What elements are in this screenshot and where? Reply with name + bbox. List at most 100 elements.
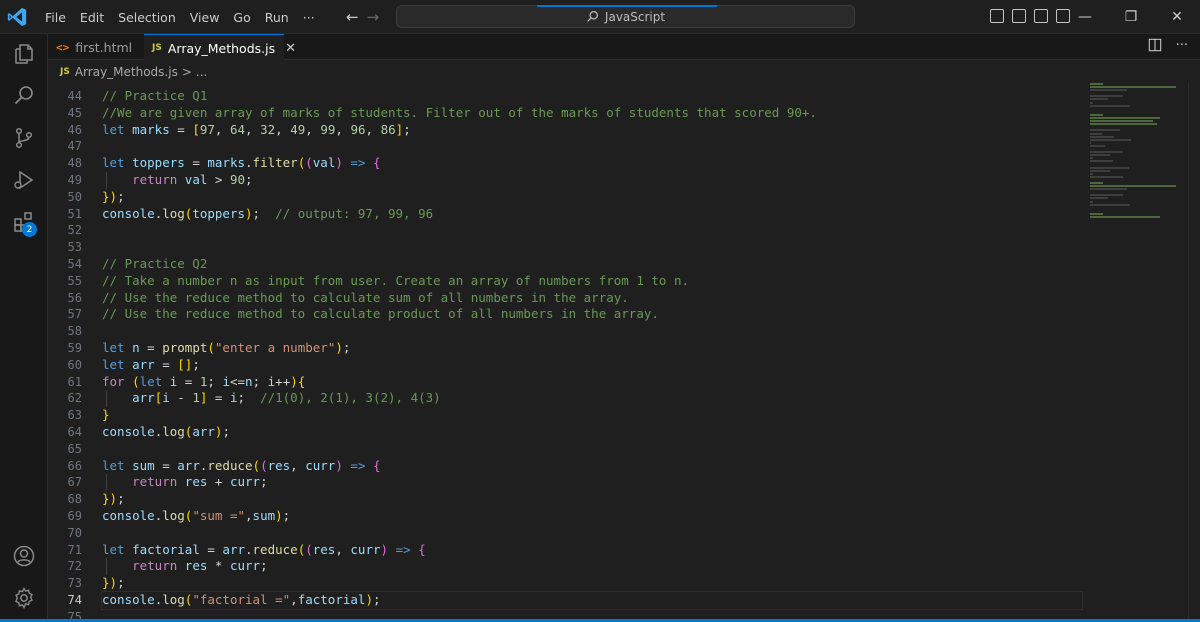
breadcrumb-symbols[interactable]: ... xyxy=(196,65,207,79)
code-line[interactable]: }); xyxy=(102,575,1082,592)
code-line[interactable]: } xyxy=(102,407,1082,424)
code-line[interactable]: let toppers = marks.filter((val) => { xyxy=(102,155,1082,172)
code-line[interactable] xyxy=(102,239,1082,256)
code-line[interactable]: }); xyxy=(102,491,1082,508)
code-line[interactable]: let sum = arr.reduce((res, curr) => { xyxy=(102,458,1082,475)
code-area[interactable]: // Practice Q1//We are given array of ma… xyxy=(101,88,1083,622)
code-line[interactable] xyxy=(102,138,1082,155)
vscode-logo-icon xyxy=(7,7,27,27)
minimap-line xyxy=(1090,83,1103,85)
code-line[interactable]: for (let i = 1; i<=n; i++){ xyxy=(102,374,1082,391)
breadcrumb: JS Array_Methods.js > ... xyxy=(48,61,211,83)
vertical-scrollbar[interactable] xyxy=(1188,83,1200,622)
minimap-line xyxy=(1090,129,1120,132)
minimap-line xyxy=(1090,212,1103,215)
minimap-line xyxy=(1090,135,1115,138)
extensions-icon[interactable]: 2 xyxy=(0,202,48,242)
code-line[interactable] xyxy=(102,441,1082,458)
line-number: 67 xyxy=(67,475,82,490)
minimap-line xyxy=(1090,89,1127,92)
code-line[interactable]: // Use the reduce method to calculate pr… xyxy=(102,306,1082,323)
more-actions-icon[interactable]: ··· xyxy=(1176,38,1188,53)
code-line[interactable]: //We are given array of marks of student… xyxy=(102,105,1082,122)
toggle-primary-sidebar-icon[interactable] xyxy=(990,9,1004,23)
minimap[interactable] xyxy=(1090,83,1186,223)
search-icon[interactable] xyxy=(0,76,48,116)
split-editor-icon[interactable] xyxy=(1148,38,1162,52)
line-number: 56 xyxy=(67,290,82,305)
source-control-icon[interactable] xyxy=(0,118,48,158)
run-debug-icon[interactable] xyxy=(0,160,48,200)
minimap-line xyxy=(1090,117,1161,120)
code-line[interactable]: }); xyxy=(102,189,1082,206)
minimap-line xyxy=(1090,120,1153,123)
line-number-gutter: 44 45 46 47 48 49 50 51 52 53 54 55 56 57 58 59 60 61 62 63… xyxy=(48,88,82,622)
line-number: 68 xyxy=(67,492,82,507)
line-number: 44 xyxy=(67,89,82,103)
code-line[interactable]: console.log("sum =",sum); xyxy=(102,508,1082,525)
account-icon[interactable] xyxy=(0,536,48,576)
line-number: 73 xyxy=(67,576,82,591)
code-line[interactable] xyxy=(102,525,1082,542)
code-line-current[interactable]: console.log("factorial =",factorial); xyxy=(101,590,1083,610)
close-tab-icon[interactable]: ✕ xyxy=(285,41,296,56)
tab-label: first.html xyxy=(75,39,133,55)
code-line[interactable]: return res * curr; xyxy=(102,558,1082,576)
code-line[interactable]: // Use the reduce method to calculate su… xyxy=(102,290,1082,307)
code-line[interactable]: let factorial = arr.reduce((res, curr) =… xyxy=(102,542,1082,559)
code-line[interactable]: let n = prompt("enter a number"); xyxy=(102,340,1082,357)
code-line[interactable]: arr[i - 1] = i; //1(0), 2(1), 3(2), 4(3) xyxy=(102,390,1082,408)
toggle-secondary-sidebar-icon[interactable] xyxy=(1034,9,1048,23)
command-center-search[interactable]: JavaScript xyxy=(396,5,855,28)
code-line[interactable]: return val > 90; xyxy=(102,171,1082,189)
tab-first-html[interactable]: <> first.html xyxy=(48,34,143,60)
menu-go[interactable]: Go xyxy=(226,10,257,25)
line-number: 46 xyxy=(67,122,82,137)
code-line[interactable]: console.log(toppers); // output: 97, 99,… xyxy=(102,206,1082,223)
forward-arrow-icon[interactable]: → xyxy=(367,8,388,26)
menu-run[interactable]: Run xyxy=(258,10,296,25)
minimap-line xyxy=(1090,141,1091,144)
toggle-panel-icon[interactable] xyxy=(1012,9,1026,23)
code-line[interactable]: // Take a number n as input from user. C… xyxy=(102,273,1082,290)
code-editor[interactable]: 44 45 46 47 48 49 50 51 52 53 54 55 56 57 58 59 60 61 62 63… xyxy=(48,83,1090,622)
explorer-icon[interactable] xyxy=(0,34,48,74)
minimap-line xyxy=(1090,86,1176,89)
code-line[interactable]: let arr = []; xyxy=(102,357,1082,374)
minimize-button[interactable]: — xyxy=(1062,0,1108,34)
code-line[interactable] xyxy=(102,323,1082,340)
menu-file[interactable]: File xyxy=(38,10,73,25)
code-line[interactable]: console.log(arr); xyxy=(102,424,1082,441)
line-number: 57 xyxy=(67,307,82,322)
minimap-line xyxy=(1090,104,1130,107)
close-window-button[interactable]: ✕ xyxy=(1154,0,1200,34)
code-line[interactable]: // Practice Q2 xyxy=(102,256,1082,273)
code-line[interactable]: // Practice Q1 xyxy=(102,88,1082,105)
minimap-line xyxy=(1090,203,1130,206)
tab-array-methods-js[interactable]: JS Array_Methods.js ✕ xyxy=(144,34,296,61)
indent-guide xyxy=(106,474,107,492)
minimap-line xyxy=(1090,157,1093,160)
code-line[interactable] xyxy=(102,222,1082,239)
restore-button[interactable]: ❐ xyxy=(1108,0,1154,34)
menu-bar: File Edit Selection View Go Run ··· xyxy=(38,0,322,34)
code-line[interactable]: let marks = [97, 64, 32, 49, 99, 96, 86]… xyxy=(102,122,1082,139)
menu-more[interactable]: ··· xyxy=(296,10,322,25)
menu-edit[interactable]: Edit xyxy=(73,10,111,25)
settings-icon[interactable] xyxy=(0,578,48,618)
line-number: 65 xyxy=(67,441,82,456)
breadcrumb-file[interactable]: Array_Methods.js xyxy=(75,65,178,79)
minimap-line xyxy=(1090,98,1108,101)
line-number: 48 xyxy=(67,156,82,171)
menu-view[interactable]: View xyxy=(183,10,227,25)
tab-label: Array_Methods.js xyxy=(167,40,276,56)
code-line[interactable]: return res + curr; xyxy=(102,474,1082,492)
back-arrow-icon[interactable]: ← xyxy=(346,8,367,26)
menu-selection[interactable]: Selection xyxy=(111,10,183,25)
minimap-line xyxy=(1090,151,1124,154)
line-number: 50 xyxy=(67,189,82,204)
title-bar: File Edit Selection View Go Run ··· ←→ J… xyxy=(0,0,1200,34)
minimap-line xyxy=(1090,188,1127,191)
minimap-line xyxy=(1090,216,1161,219)
indent-guide xyxy=(106,171,107,189)
